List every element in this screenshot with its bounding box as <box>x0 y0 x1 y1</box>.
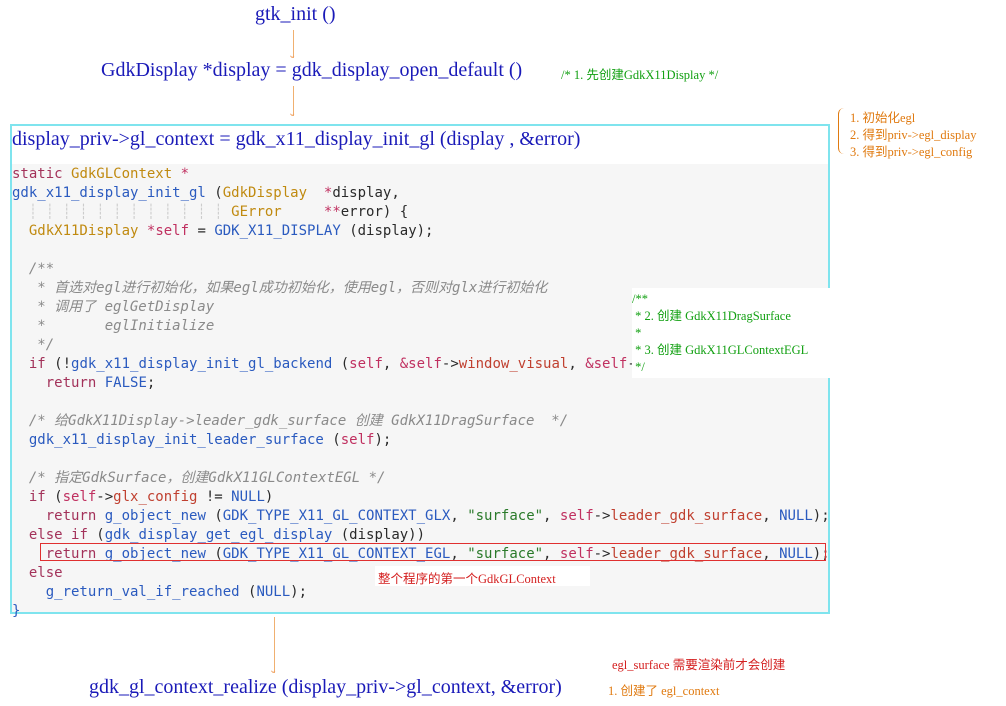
code-line-1: static GdkGLContext * <box>12 166 190 182</box>
code-line-14: /* 给GdkX11Display->leader_gdk_surface 创建… <box>12 413 569 429</box>
code-line-22: else <box>28 565 63 581</box>
side-steps-brace <box>838 108 847 154</box>
highlight-note-bg: 整个程序的第一个GdkGLContext <box>375 566 590 586</box>
display-open-call: GdkDisplay *display = gdk_display_open_d… <box>101 59 523 81</box>
egl-return-highlight <box>40 543 826 561</box>
code-line-18: if (self->glx_config != NULL) <box>28 489 274 505</box>
code-line-12: return FALSE; <box>45 375 156 391</box>
gl-context-realize-call: gdk_gl_context_realize (display_priv->gl… <box>89 676 562 698</box>
code-line-4: GdkX11Display *self = GDK_X11_DISPLAY (d… <box>28 223 434 239</box>
code-line-10: */ <box>12 337 55 353</box>
code-line-23: g_return_val_if_reached (NULL); <box>45 584 308 600</box>
highlight-note: 整个程序的第一个GdkGLContext <box>378 572 556 586</box>
arrow-head-2-icon: ⌄ <box>288 108 297 119</box>
code-line-19: return g_object_new (GDK_TYPE_X11_GL_CON… <box>45 508 830 524</box>
gtk-init-call: gtk_init () <box>255 3 336 25</box>
egl-context-note: /** * 2. 创建 GdkX11DragSurface * * 3. 创建 … <box>632 288 840 378</box>
code-line-15: gdk_x11_display_init_leader_surface (sel… <box>28 432 392 448</box>
note-line-1: /** <box>632 292 648 306</box>
note-line-3: * <box>632 326 642 340</box>
code-line-6: /** <box>12 261 55 277</box>
code-line-7: * 首选对egl进行初始化，如果egl成功初始化，使用egl，否则对glx进行初… <box>12 280 548 296</box>
side-step-3: 3. 得到priv->egl_config <box>850 145 973 159</box>
init-gl-code-box: display_priv->gl_context = gdk_x11_displ… <box>10 124 840 619</box>
note-line-2: * 2. 创建 GdkX11DragSurface <box>632 309 791 323</box>
code-line-24: } <box>12 603 21 619</box>
egl-surface-note: egl_surface 需要渲染前才会创建 <box>612 658 786 672</box>
code-line-2: gdk_x11_display_init_gl (GdkDisplay *dis… <box>12 185 400 201</box>
egl-context-note: 1. 创建了 egl_context <box>608 684 720 698</box>
code-line-17: /* 指定GdkSurface，创建GdkX11GLContextEGL */ <box>12 470 386 486</box>
box-title: display_priv->gl_context = gdk_x11_displ… <box>12 128 581 150</box>
code-line-9: * eglInitialize <box>12 318 215 334</box>
note-line-4: * 3. 创建 GdkX11GLContextEGL <box>632 343 809 357</box>
code-line-8: * 调用了 eglGetDisplay <box>12 299 215 315</box>
note-line-5: */ <box>632 360 645 374</box>
arrow-head-3-icon: ⌄ <box>269 665 278 676</box>
code-line-3: ┊ ┊ ┊ ┊ ┊ ┊ ┊ ┊ ┊ ┊ ┊ ┊ GError **error) … <box>12 204 409 220</box>
display-open-comment: /* 1. 先创建GdkX11Display */ <box>561 68 719 82</box>
